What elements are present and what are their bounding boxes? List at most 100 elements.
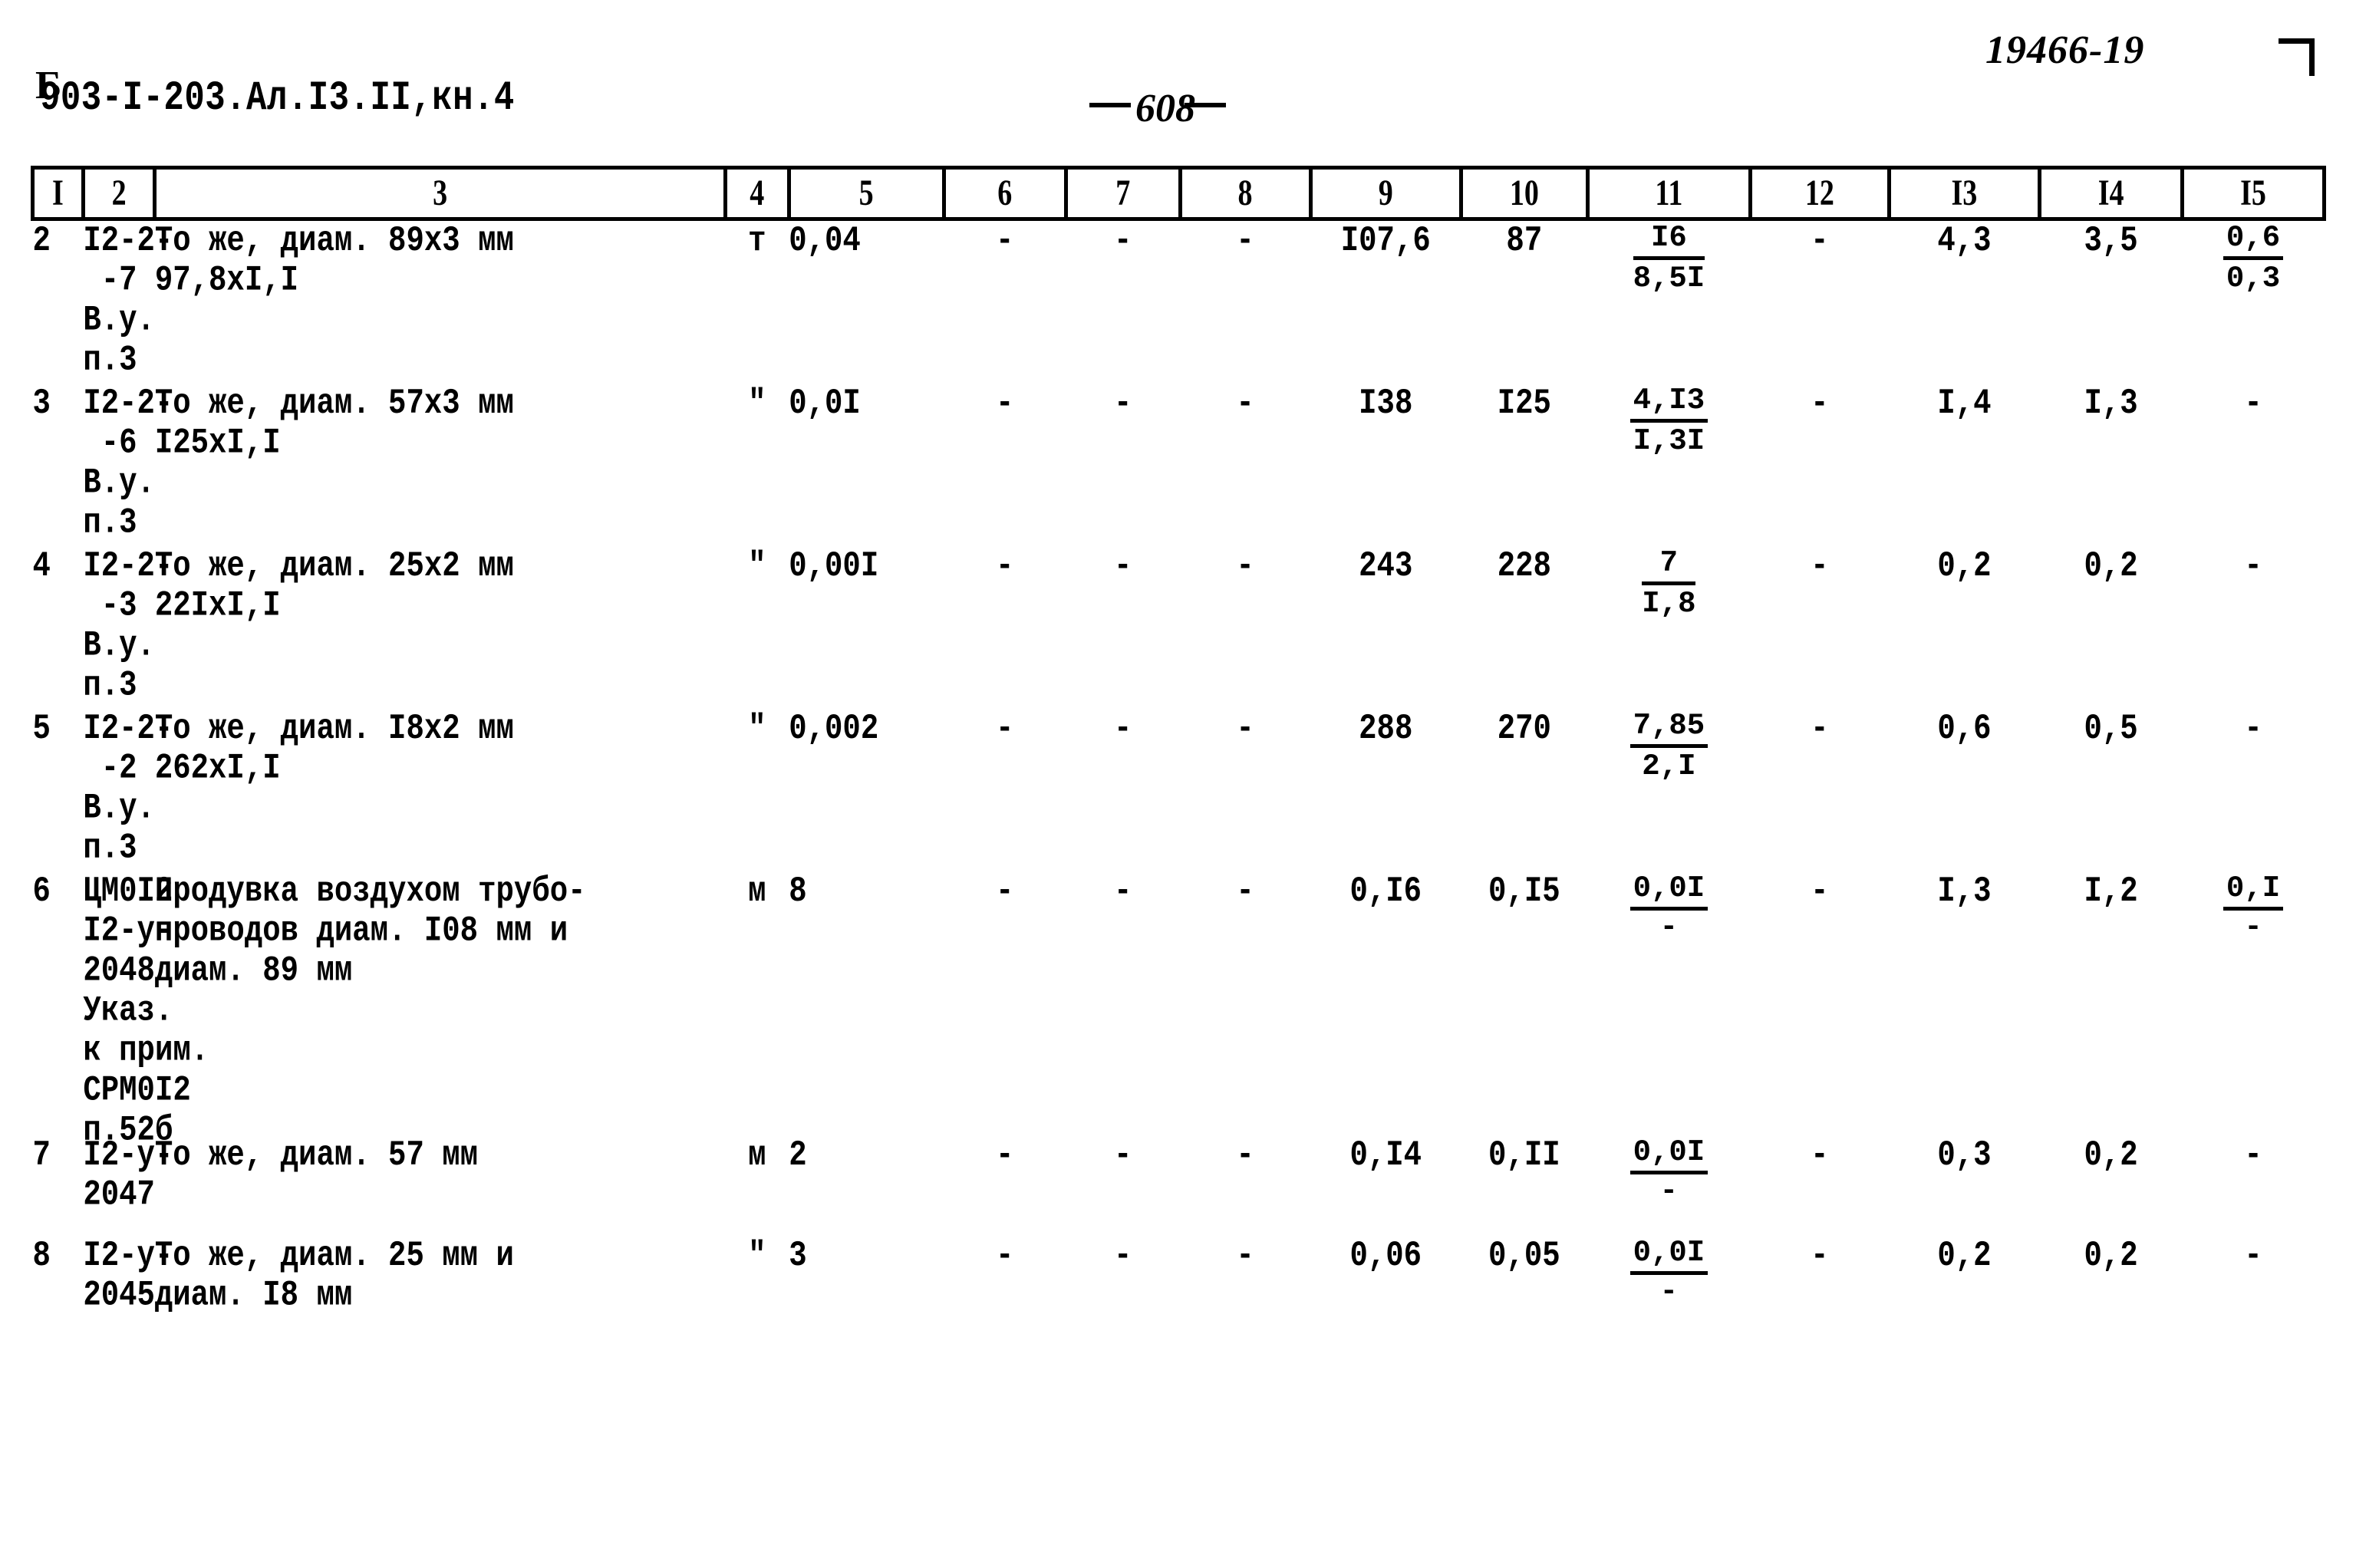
row-col12: - (1751, 219, 1890, 357)
specification-table: I 2 3 4 5 6 7 8 9 10 11 12 I3 I4 I5 2 I2-… (31, 166, 2326, 1336)
column-header-1: I (31, 166, 85, 221)
row-col13: 0,2 (1889, 546, 2040, 681)
row-col6: - (944, 384, 1066, 519)
row-number: 4 (33, 546, 84, 681)
row-quantity: 3 (789, 1236, 944, 1309)
row-col14-text: 0,2 (2084, 1236, 2138, 1276)
page-number-annotation: 608 (1089, 86, 1226, 131)
row-unit: " (725, 1236, 789, 1309)
row-spacer (33, 1108, 2325, 1135)
row-col10: 228 (1461, 546, 1588, 681)
row-col9-text: 243 (1359, 546, 1413, 586)
row-col11-numerator: 4,I3 (1629, 384, 1709, 423)
row-col7-text: - (1114, 384, 1132, 423)
row-col12: - (1751, 1135, 1890, 1208)
row-col12-text: - (1811, 384, 1829, 423)
row-unit: т (725, 219, 789, 357)
row-quantity-text: 0,04 (789, 221, 861, 261)
row-col15-value: - (2244, 1135, 2262, 1175)
column-header-8: 8 (1178, 166, 1313, 221)
row-col6-text: - (995, 709, 1014, 749)
row-col11: 7 I,8 (1587, 546, 1750, 681)
column-number-row: I 2 3 4 5 6 7 8 9 10 11 12 I3 I4 I5 (31, 166, 2326, 221)
table-row: 2 I2-2- -7 В.у. п.3 То же, диам. 89х3 мм 9… (33, 219, 2325, 380)
row-spacer-cell (33, 519, 2325, 546)
row-col9-text: I07,6 (1340, 221, 1431, 261)
row-col6: - (944, 871, 1066, 1108)
row-col7: - (1066, 871, 1180, 1108)
row-col15-value: - (2244, 546, 2262, 586)
row-spacer (33, 681, 2325, 709)
row-col12-text: - (1811, 546, 1829, 586)
row-spacer (33, 519, 2325, 546)
row-col8-text: - (1236, 1135, 1254, 1175)
row-col10: 87 (1461, 219, 1588, 357)
row-col12: - (1751, 1236, 1890, 1309)
row-col10: 0,I5 (1461, 871, 1588, 1108)
column-header-4: 4 (723, 166, 791, 221)
corner-crop-mark (2279, 38, 2315, 76)
row-col12: - (1751, 384, 1890, 519)
row-description-text: То же, диам. I8х2 мм 262хI,I (154, 709, 514, 789)
row-spacer-cell (33, 681, 2325, 709)
row-col12-text: - (1811, 1135, 1829, 1175)
row-number-text: 4 (32, 546, 51, 586)
row-col11-denominator: - (1659, 911, 1679, 944)
row-description-text: То же, диам. 25 мм и диам. I8 мм (154, 1236, 514, 1316)
row-col11: 7,85 2,I (1587, 709, 1750, 844)
row-spacer-cell (33, 1108, 2325, 1135)
column-header-11: 11 (1585, 166, 1753, 221)
row-norm-code: ЦМ0I2 I2-у- 2048 Указ. к прим. СРМ0I2 п.… (83, 871, 209, 1150)
table-row: 8 I2-у- 2045 То же, диам. 25 мм и диам. I8… (33, 1236, 2325, 1316)
row-quantity: 0,04 (789, 219, 944, 357)
row-col8-text: - (1236, 709, 1254, 749)
row-number-text: 6 (32, 871, 51, 911)
row-col6-text: - (995, 384, 1014, 423)
row-col8: - (1180, 1236, 1310, 1309)
row-unit: м (725, 1135, 789, 1208)
row-col15: 0,I - (2183, 871, 2325, 1108)
row-col11-denominator: I,3I (1633, 424, 1705, 458)
row-col14: 0,2 (2040, 1236, 2183, 1309)
row-col7-text: - (1114, 871, 1132, 911)
row-col14: 0,2 (2040, 1135, 2183, 1208)
row-number: 8 (33, 1236, 84, 1309)
page-number-value: 608 (1135, 87, 1195, 130)
row-col9: 243 (1310, 546, 1461, 681)
row-col7-text: - (1114, 709, 1132, 749)
row-col14: I,3 (2040, 384, 2183, 519)
column-header-9: 9 (1308, 166, 1464, 221)
column-header-13: I3 (1886, 166, 2042, 221)
row-col11-denominator: 8,5I (1633, 262, 1705, 295)
row-col9: 0,I4 (1310, 1135, 1461, 1208)
row-col8-text: - (1236, 871, 1254, 911)
row-col14: 0,5 (2040, 709, 2183, 844)
row-col8-text: - (1236, 546, 1254, 586)
row-col13-text: 0,3 (1937, 1135, 1992, 1175)
archive-stamp-number: 19466-19 (1985, 28, 2145, 72)
row-number-text: 8 (32, 1236, 51, 1276)
row-col6-text: - (995, 1135, 1014, 1175)
row-unit: " (725, 709, 789, 844)
column-header-12: 12 (1748, 166, 1891, 221)
row-col7-text: - (1114, 221, 1132, 261)
row-col12: - (1751, 871, 1890, 1108)
row-norm-code: I2-2- -3 В.у. п.3 (83, 546, 173, 706)
row-col13-text: 4,3 (1937, 221, 1992, 261)
column-header-6: 6 (941, 166, 1068, 221)
table-row: 3 I2-2- -6 В.у. п.3 То же, диам. 57х3 мм I… (32, 384, 2325, 543)
row-col13: 0,6 (1889, 709, 2040, 844)
row-col9: 0,I6 (1310, 871, 1461, 1108)
row-description: То же, диам. 89х3 мм 97,8хI,I (155, 219, 726, 357)
page-number-dash-left (1089, 103, 1131, 107)
row-description: То же, диам. 25х2 мм 22IхI,I (155, 546, 726, 681)
row-col8-text: - (1236, 1236, 1254, 1276)
row-col14-text: I,3 (2084, 384, 2138, 423)
column-header-10: 10 (1459, 166, 1590, 221)
row-number-text: 3 (32, 384, 51, 423)
row-description: То же, диам. 57х3 мм I25хI,I (155, 384, 726, 519)
row-col14: 0,2 (2040, 546, 2183, 681)
row-quantity-text: 0,00I (789, 546, 879, 586)
row-col14-text: 0,2 (2084, 546, 2138, 586)
row-col12: - (1751, 546, 1890, 681)
